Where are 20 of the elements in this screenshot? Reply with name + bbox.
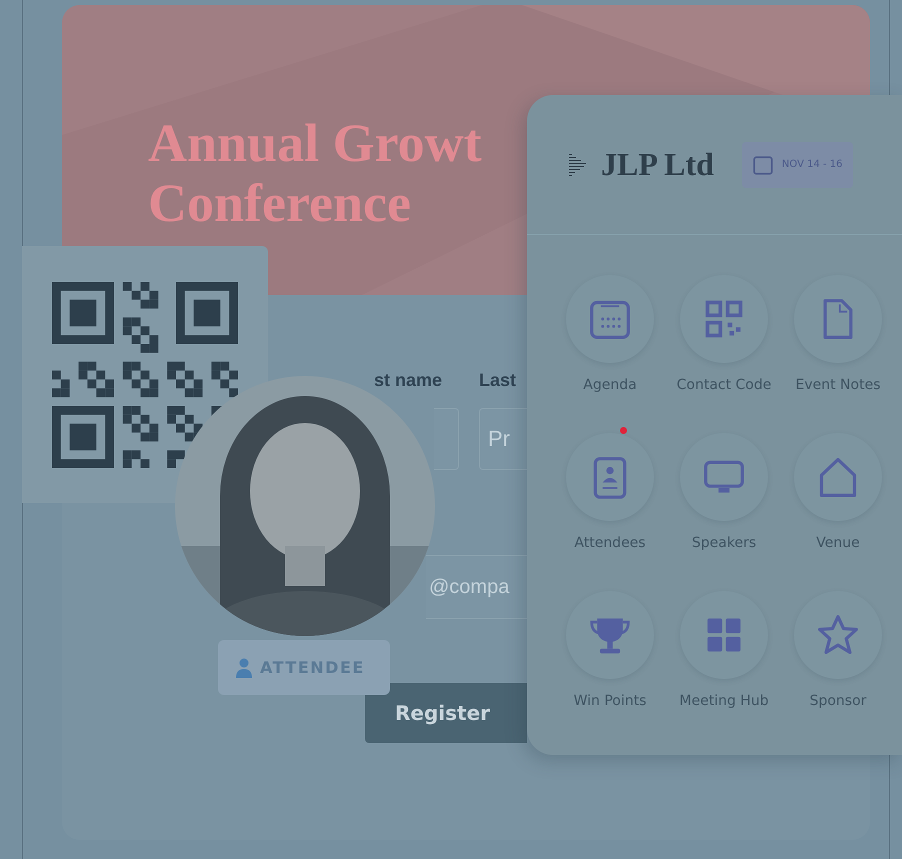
app-tile[interactable]: Win Points [553, 581, 667, 739]
app-tile[interactable]: Speakers [667, 423, 781, 581]
app-tile[interactable]: Meeting Hub [667, 581, 781, 739]
conference-title: Annual Growt [148, 113, 482, 173]
app-tile[interactable]: Venue [781, 423, 895, 581]
app-tile[interactable]: Event Notes [781, 265, 895, 423]
field-label: st name [374, 370, 442, 391]
person-icon [236, 658, 252, 678]
register-button[interactable]: Register [365, 683, 527, 743]
app-tile[interactable]: Sponsor [781, 581, 895, 739]
qr-code-icon [52, 282, 238, 468]
brand-name: JLP Ltd [601, 146, 714, 183]
field-label: Last [479, 370, 516, 391]
app-tile[interactable]: Agenda [553, 265, 667, 423]
input-field[interactable]: Pr [479, 408, 527, 470]
app-tile[interactable]: Attendees [553, 423, 667, 581]
conference-title: Conference [148, 173, 412, 233]
star-icon [816, 613, 860, 657]
app-tile[interactable]: Contact Code [667, 265, 781, 423]
input-field[interactable]: @compa [426, 555, 527, 619]
